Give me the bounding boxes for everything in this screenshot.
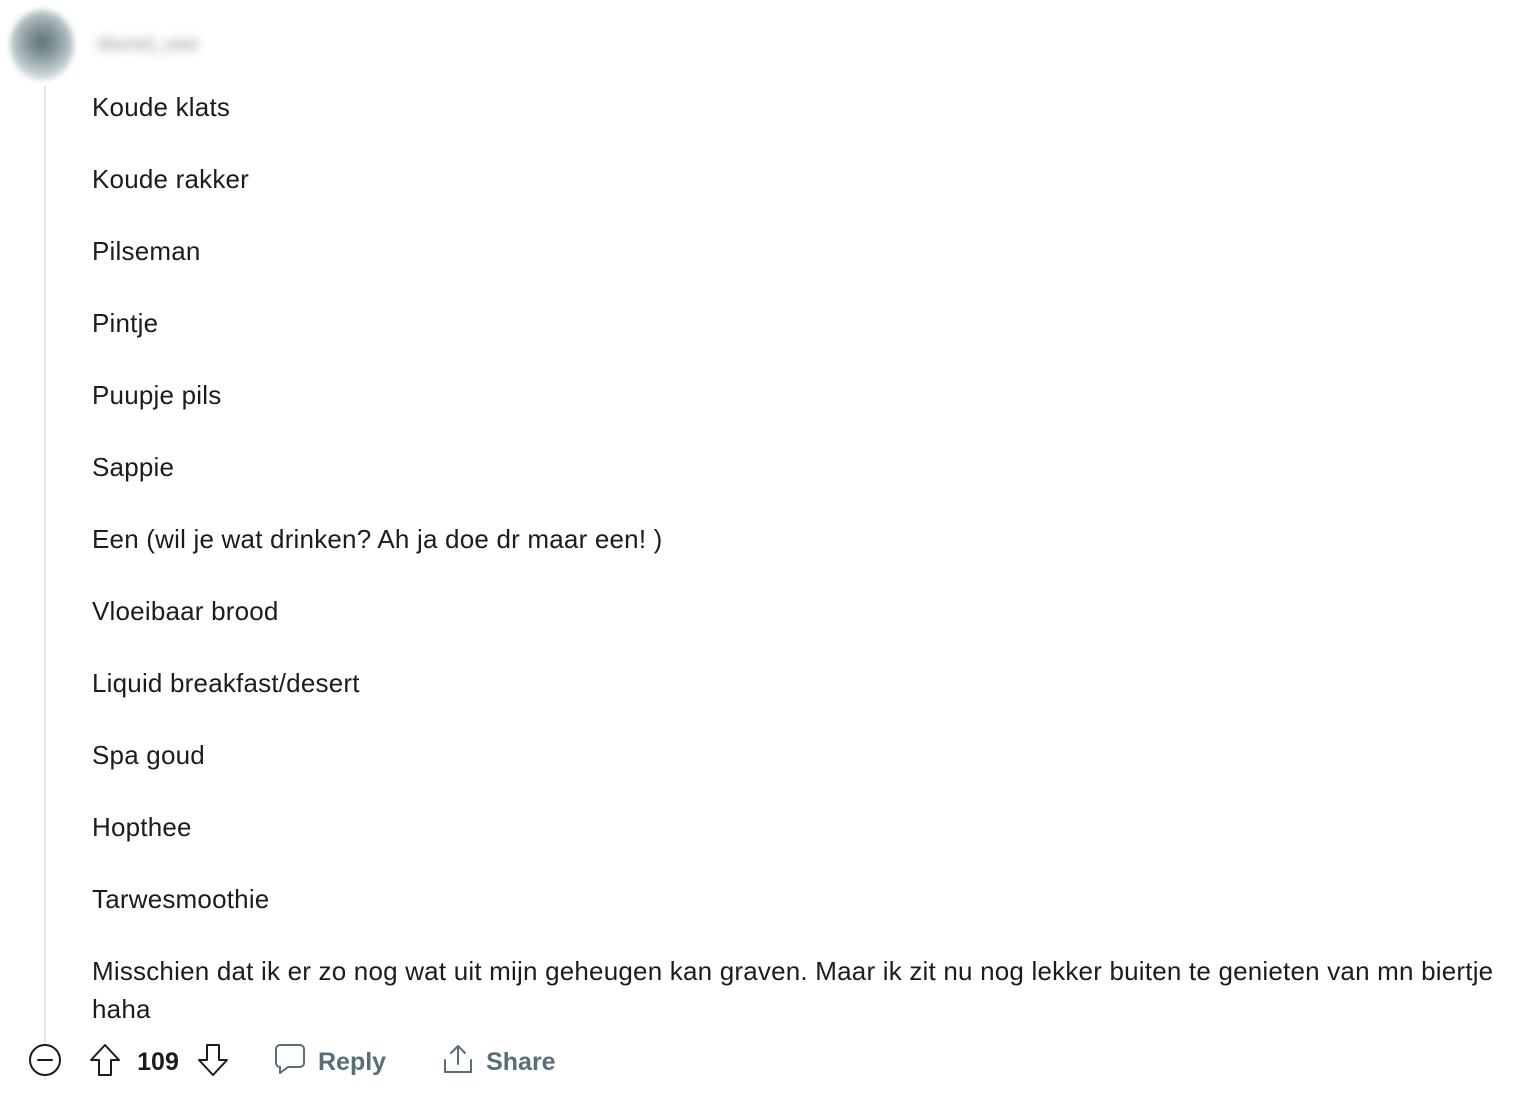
comment-line: Vloeibaar brood <box>92 596 279 626</box>
comment-line: Koude rakker <box>92 164 250 194</box>
vote-group: 109 <box>88 1042 230 1083</box>
comment-line: Een (wil je wat drinken? Ah ja doe dr ma… <box>92 524 663 554</box>
downvote-arrow-icon <box>196 1042 230 1083</box>
comment-line: Tarwesmoothie <box>92 884 270 914</box>
upvote-button[interactable] <box>88 1042 122 1083</box>
comment-line: Spa goud <box>92 740 205 770</box>
comment-line: Pintje <box>92 308 159 338</box>
share-upload-icon <box>442 1042 474 1083</box>
reply-label: Reply <box>318 1047 387 1076</box>
comment-line: Liquid breakfast/desert <box>92 668 360 698</box>
comment-line: Hopthee <box>92 812 192 842</box>
collapse-minus-icon <box>28 1043 62 1082</box>
comment-body: Koude klats Koude rakker Pilseman Pintje… <box>92 88 1502 1028</box>
comment-avatar[interactable] <box>10 10 74 80</box>
reply-button[interactable]: Reply <box>274 1042 386 1083</box>
comment-line: Puupje pils <box>92 380 222 410</box>
collapse-button[interactable] <box>28 1043 62 1082</box>
comment-action-bar: 109 Reply Share <box>28 1040 556 1084</box>
thread-line[interactable] <box>44 86 46 1080</box>
share-label: Share <box>486 1047 556 1076</box>
share-button[interactable]: Share <box>442 1042 556 1083</box>
comment-line: Koude klats <box>92 92 231 122</box>
downvote-button[interactable] <box>196 1042 230 1083</box>
speech-bubble-icon <box>274 1042 306 1083</box>
comment-line: Sappie <box>92 452 175 482</box>
comment-line: Misschien dat ik er zo nog wat uit mijn … <box>92 956 1494 1024</box>
upvote-arrow-icon <box>88 1042 122 1083</box>
comment-line: Pilseman <box>92 236 201 266</box>
vote-count: 109 <box>137 1047 179 1076</box>
comment-author-name[interactable]: blurred_user <box>98 31 256 57</box>
